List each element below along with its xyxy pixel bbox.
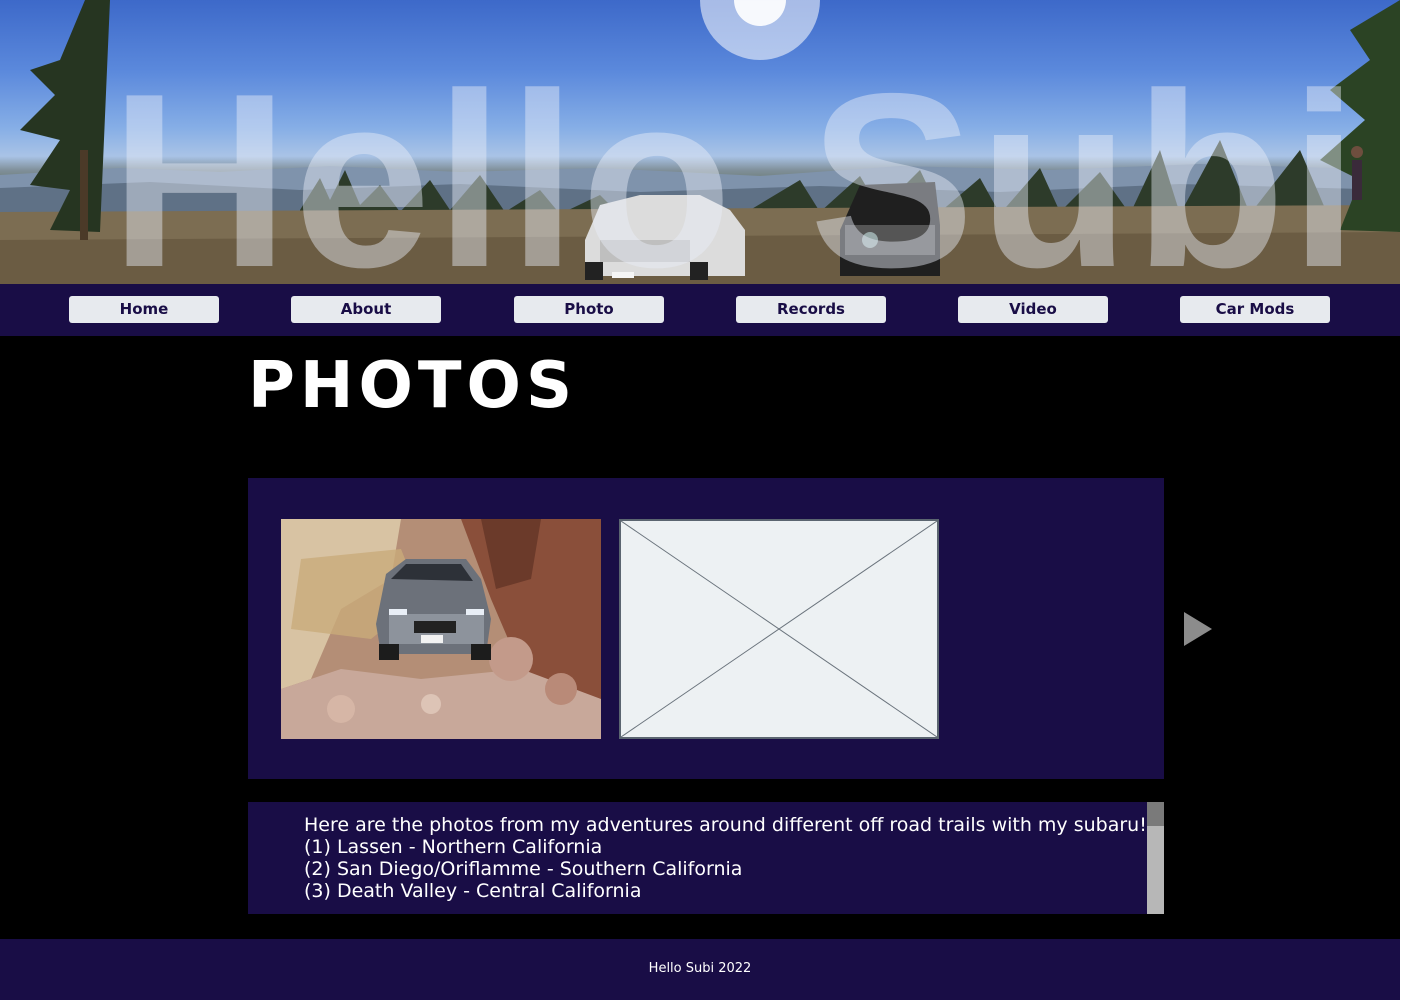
play-arrow-icon[interactable] bbox=[1184, 612, 1212, 646]
nav-records-button[interactable]: Records bbox=[736, 296, 886, 323]
footer: Hello Subi 2022 bbox=[0, 939, 1400, 1000]
description-item-2: (2) San Diego/Oriflamme - Southern Calif… bbox=[304, 858, 743, 880]
description-item-1: (1) Lassen - Northern California bbox=[304, 836, 603, 858]
description-box[interactable]: Here are the photos from my adventures a… bbox=[248, 802, 1164, 914]
description-intro: Here are the photos from my adventures a… bbox=[304, 814, 1147, 836]
photo-gallery bbox=[248, 478, 1164, 779]
hero-banner: Hello Subi bbox=[0, 0, 1400, 284]
nav-about-button[interactable]: About bbox=[291, 296, 441, 323]
page: Hello Subi Home About Photo Records Vide… bbox=[0, 0, 1400, 1000]
image-placeholder-icon bbox=[621, 521, 937, 737]
description-scrollbar[interactable] bbox=[1147, 802, 1164, 914]
description-item-3: (3) Death Valley - Central California bbox=[304, 880, 642, 902]
nav-photo-button[interactable]: Photo bbox=[514, 296, 664, 323]
nav-home-button[interactable]: Home bbox=[69, 296, 219, 323]
main-nav: Home About Photo Records Video Car Mods bbox=[0, 284, 1400, 336]
site-title: Hello Subi bbox=[110, 41, 1363, 284]
subaru-trail-photo bbox=[281, 519, 601, 739]
gallery-photo-subaru[interactable] bbox=[281, 519, 601, 739]
footer-text: Hello Subi 2022 bbox=[648, 961, 752, 976]
description-text: Here are the photos from my adventures a… bbox=[304, 814, 1147, 902]
scrollbar-thumb[interactable] bbox=[1147, 802, 1164, 826]
page-title: PHOTOS bbox=[248, 349, 578, 423]
gallery-photo-placeholder[interactable] bbox=[619, 519, 939, 739]
nav-video-button[interactable]: Video bbox=[958, 296, 1108, 323]
nav-car-mods-button[interactable]: Car Mods bbox=[1180, 296, 1330, 323]
